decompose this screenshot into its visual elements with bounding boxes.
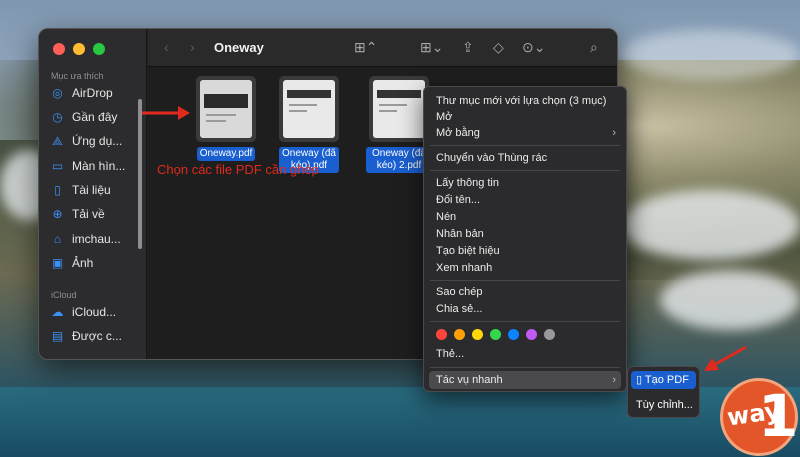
minimize-button[interactable] bbox=[73, 43, 85, 55]
zoom-button[interactable] bbox=[93, 43, 105, 55]
clock-icon: ◷ bbox=[52, 110, 63, 124]
applications-icon: ⟁ bbox=[52, 134, 63, 148]
window-title: Oneway bbox=[214, 40, 264, 55]
menu-separator bbox=[430, 367, 620, 368]
sidebar-item-label: AirDrop bbox=[72, 86, 113, 100]
more-actions-button[interactable]: ⊙⌄ bbox=[522, 39, 545, 56]
sidebar-item-label: Ảnh bbox=[72, 256, 94, 270]
shared-folder-icon: ▤ bbox=[51, 329, 64, 343]
sidebar-item-desktop[interactable]: ▭ Màn hìn... bbox=[51, 159, 143, 173]
menu-item-new-folder-with-selection[interactable]: Thư mục mới với lựa chọn (3 mục) bbox=[436, 93, 618, 109]
menu-item-open-with[interactable]: Mở bằng › bbox=[436, 125, 618, 141]
sidebar-item-recents[interactable]: ◷ Gần đây bbox=[51, 110, 143, 124]
cloud-icon: ☁ bbox=[51, 305, 64, 319]
sidebar-item-label: Ứng dụ... bbox=[72, 134, 123, 148]
tag-green-button[interactable] bbox=[490, 329, 501, 340]
menu-separator bbox=[430, 280, 620, 281]
window-controls bbox=[53, 43, 105, 55]
menu-item-copy[interactable]: Sao chép bbox=[436, 284, 618, 300]
sidebar-item-icloud-drive[interactable]: ☁ iCloud... bbox=[51, 305, 143, 319]
wallpaper-cloud bbox=[620, 190, 800, 260]
menu-separator bbox=[430, 145, 620, 146]
menu-item-label: Mở bằng bbox=[436, 127, 480, 139]
sidebar-item-shared[interactable]: ▤ Được c... bbox=[51, 329, 143, 343]
sidebar-item-documents[interactable]: ▯ Tài liệu bbox=[51, 183, 143, 197]
sidebar-item-label: Gần đây bbox=[72, 110, 118, 124]
tag-gray-button[interactable] bbox=[544, 329, 555, 340]
back-button[interactable]: ‹ bbox=[164, 39, 169, 55]
search-icon[interactable]: ⌕ bbox=[590, 39, 598, 56]
sidebar: Mục ưa thích ◎ AirDrop ◷ Gần đây ⟁ Ứng d… bbox=[39, 29, 147, 359]
menu-item-move-to-trash[interactable]: Chuyển vào Thùng rác bbox=[436, 150, 618, 166]
menu-separator bbox=[430, 321, 620, 322]
menu-item-label: Tác vụ nhanh bbox=[436, 374, 503, 386]
tag-colors bbox=[436, 329, 555, 340]
sidebar-section-favorites: Mục ưa thích bbox=[51, 71, 104, 81]
sidebar-item-airdrop[interactable]: ◎ AirDrop bbox=[51, 86, 143, 100]
context-menu: Thư mục mới với lựa chọn (3 mục) Mở Mở b… bbox=[423, 86, 627, 392]
tag-purple-button[interactable] bbox=[526, 329, 537, 340]
desktop-icon: ▭ bbox=[51, 159, 64, 173]
quick-actions-submenu: ▯ Tạo PDF Tùy chỉnh... bbox=[627, 366, 700, 418]
view-mode-icon-button[interactable]: ⊞⌃ bbox=[354, 39, 377, 56]
file-name: Oneway.pdf bbox=[196, 147, 256, 161]
menu-item-compress[interactable]: Nén bbox=[436, 209, 618, 225]
sidebar-item-label: Tải về bbox=[72, 207, 105, 221]
sidebar-item-photos[interactable]: ▣ Ảnh bbox=[51, 256, 143, 270]
wallpaper-cloud bbox=[620, 30, 800, 80]
file-item[interactable]: Oneway.pdf bbox=[193, 76, 259, 161]
menu-item-tags[interactable]: Thẻ... bbox=[436, 346, 618, 362]
tag-icon[interactable]: ◇ bbox=[493, 39, 504, 56]
annotation-arrow-icon bbox=[142, 106, 190, 120]
menu-item-quick-look[interactable]: Xem nhanh bbox=[436, 260, 618, 276]
forward-button[interactable]: › bbox=[190, 39, 195, 55]
sidebar-item-downloads[interactable]: ⊕ Tải về bbox=[51, 207, 143, 221]
sidebar-item-label: Màn hìn... bbox=[72, 159, 126, 173]
photos-icon: ▣ bbox=[51, 256, 64, 270]
customize-button[interactable]: Tùy chỉnh... bbox=[636, 399, 693, 411]
sidebar-item-label: Tài liệu bbox=[72, 183, 111, 197]
menu-item-open[interactable]: Mở bbox=[436, 109, 618, 125]
chevron-right-icon: › bbox=[612, 127, 616, 139]
tag-yellow-button[interactable] bbox=[472, 329, 483, 340]
airdrop-icon: ◎ bbox=[52, 86, 63, 100]
create-pdf-button[interactable]: ▯ Tạo PDF bbox=[636, 373, 689, 386]
tag-red-button[interactable] bbox=[436, 329, 447, 340]
menu-item-quick-actions[interactable]: Tác vụ nhanh › bbox=[436, 372, 618, 388]
tag-orange-button[interactable] bbox=[454, 329, 465, 340]
group-button[interactable]: ⊞⌄ bbox=[420, 39, 443, 56]
wallpaper-cloud bbox=[660, 270, 800, 330]
menu-separator bbox=[430, 170, 620, 171]
chevron-right-icon: › bbox=[612, 374, 616, 386]
menu-item-duplicate[interactable]: Nhân bản bbox=[436, 226, 618, 242]
sidebar-item-home[interactable]: ⌂ imchau... bbox=[51, 232, 143, 246]
sidebar-item-applications[interactable]: ⟁ Ứng dụ... bbox=[51, 134, 143, 148]
pdf-thumbnail bbox=[279, 76, 339, 142]
create-pdf-label: Tạo PDF bbox=[644, 374, 689, 386]
tag-blue-button[interactable] bbox=[508, 329, 519, 340]
toolbar: ‹ › Oneway ⊞⌃ ⊞⌄ ⇪ ◇ ⊙⌄ ⌕ bbox=[148, 29, 617, 67]
sidebar-item-label: iCloud... bbox=[72, 305, 117, 319]
menu-item-get-info[interactable]: Lấy thông tin bbox=[436, 175, 618, 191]
sidebar-section-icloud: iCloud bbox=[51, 290, 77, 300]
document-icon: ▯ bbox=[636, 374, 643, 386]
pdf-thumbnail bbox=[196, 76, 256, 142]
menu-item-make-alias[interactable]: Tạo biệt hiệu bbox=[436, 243, 618, 259]
sidebar-item-label: Được c... bbox=[72, 329, 122, 343]
share-button[interactable]: ⇪ bbox=[462, 39, 474, 56]
file-item[interactable]: Oneway (đã kéo).pdf bbox=[279, 76, 339, 173]
annotation-arrow-icon bbox=[704, 345, 747, 371]
menu-item-share[interactable]: Chia sẻ... bbox=[436, 301, 618, 317]
home-icon: ⌂ bbox=[53, 232, 62, 246]
menu-item-rename[interactable]: Đổi tên... bbox=[436, 192, 618, 208]
annotation-text: Chọn các file PDF cần ghép bbox=[157, 162, 319, 177]
document-icon: ▯ bbox=[54, 183, 61, 197]
pdf-thumbnail bbox=[369, 76, 429, 142]
sidebar-item-label: imchau... bbox=[72, 232, 121, 246]
close-button[interactable] bbox=[53, 43, 65, 55]
download-icon: ⊕ bbox=[52, 207, 63, 221]
